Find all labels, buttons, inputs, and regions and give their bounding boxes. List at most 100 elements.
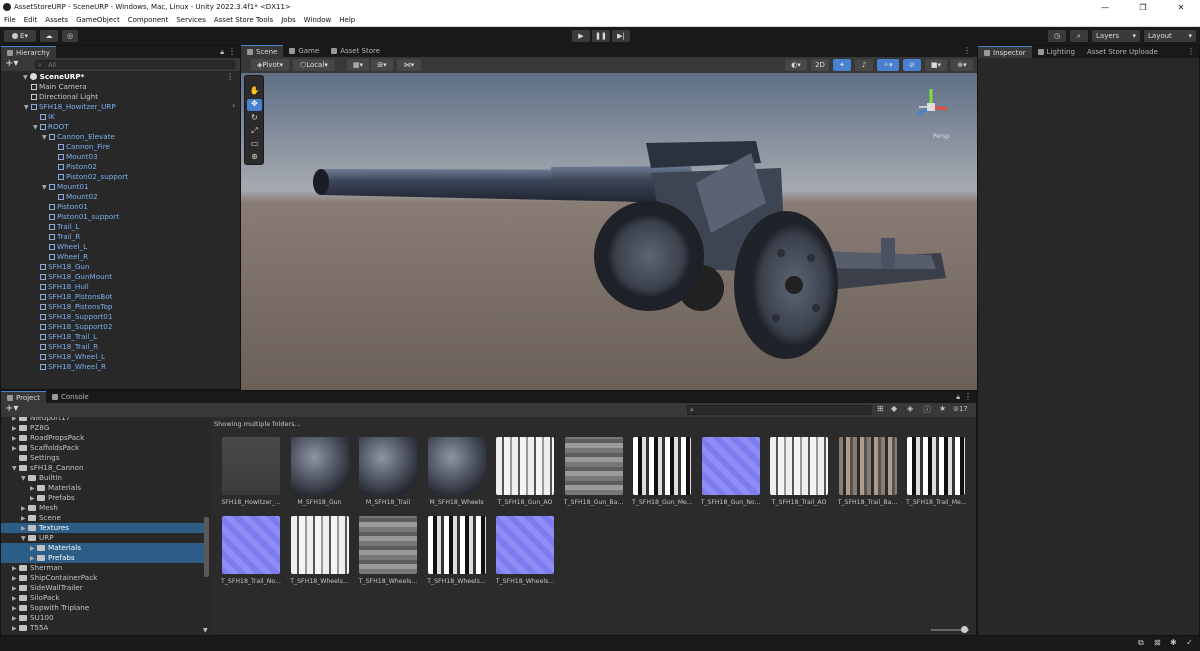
- expand-arrow-icon[interactable]: ▼: [33, 123, 40, 133]
- menu-jobs[interactable]: Jobs: [277, 16, 299, 24]
- menu-edit[interactable]: Edit: [20, 16, 42, 24]
- asset-item[interactable]: T_SFH18_Gun_AO: [495, 437, 555, 517]
- lock-icon[interactable]: 🔒︎: [220, 48, 224, 57]
- asset-item[interactable]: T_SFH18_Gun_Ba...: [564, 437, 624, 517]
- audio-toggle[interactable]: ♪: [855, 59, 873, 71]
- layout-dropdown[interactable]: Layout ▾: [1144, 30, 1196, 42]
- menu-help[interactable]: Help: [335, 16, 359, 24]
- hierarchy-search-input[interactable]: ⌕ All: [35, 60, 235, 69]
- search-by-type-icon[interactable]: ⊞: [877, 404, 884, 413]
- folder-item[interactable]: ▶ Mesh: [1, 503, 206, 513]
- tab-scene[interactable]: Scene: [241, 45, 284, 57]
- expand-arrow-icon[interactable]: ▼: [42, 133, 49, 143]
- folder-item[interactable]: ▼ BuiltIn: [1, 473, 206, 483]
- folder-item[interactable]: ▶ Prefabs: [1, 493, 206, 503]
- folder-item[interactable]: ▶ Sopwith Triplane: [1, 603, 206, 613]
- folder-scrollbar[interactable]: [204, 517, 209, 577]
- hierarchy-item[interactable]: Wheel_R: [42, 252, 88, 262]
- hierarchy-item[interactable]: Mount02: [51, 192, 98, 202]
- folder-item[interactable]: ▶ ScaffoldsPack: [1, 443, 206, 453]
- tab-project[interactable]: Project: [1, 391, 46, 403]
- asset-item[interactable]: T_SFH18_Wheels...: [427, 516, 487, 596]
- hierarchy-item[interactable]: ▼ ROOT: [33, 122, 69, 132]
- tab-lighting[interactable]: Lighting: [1032, 46, 1081, 58]
- undo-history-button[interactable]: ◷: [1048, 30, 1066, 42]
- hierarchy-item[interactable]: SFH18_Trail_L: [33, 332, 97, 342]
- thumbnail-size-slider[interactable]: [931, 626, 969, 633]
- folder-item[interactable]: ▶ PZ8G: [1, 423, 206, 433]
- draw-mode-button[interactable]: ◐▾: [785, 59, 807, 71]
- more-menu-icon[interactable]: ⋮: [963, 46, 971, 55]
- more-menu-icon[interactable]: ⋮: [228, 47, 236, 56]
- pause-button[interactable]: ❚❚: [592, 30, 610, 42]
- folder-item[interactable]: ▶ T55A: [1, 623, 206, 633]
- search-button[interactable]: ⌕: [1070, 30, 1088, 42]
- menu-asset-store-tools[interactable]: Asset Store Tools: [210, 16, 277, 24]
- check-icon[interactable]: ✓: [1186, 638, 1193, 647]
- hierarchy-item[interactable]: SFH18_Support02: [33, 322, 112, 332]
- chevron-right-icon[interactable]: ›: [232, 101, 235, 110]
- asset-item[interactable]: T_SFH18_Trail_Ba...: [838, 437, 898, 517]
- collab-button[interactable]: ◎: [62, 30, 78, 42]
- maximize-button[interactable]: ❐: [1124, 3, 1162, 12]
- transform-tool-button[interactable]: ⊛: [247, 152, 262, 164]
- minimize-button[interactable]: —: [1086, 3, 1124, 12]
- folder-item[interactable]: ▶ Sherman: [1, 563, 206, 573]
- effects-toggle[interactable]: ✧▾: [877, 59, 899, 71]
- hierarchy-item[interactable]: Mount03: [51, 152, 98, 162]
- local-dropdown[interactable]: ⬡ Local ▾: [293, 59, 335, 71]
- menu-component[interactable]: Component: [124, 16, 173, 24]
- menu-window[interactable]: Window: [300, 16, 336, 24]
- create-asset-button[interactable]: +▾: [5, 403, 18, 414]
- pivot-dropdown[interactable]: ◈ Pivot ▾: [251, 59, 289, 71]
- grid-snap-button[interactable]: ▦▾: [347, 59, 369, 71]
- asset-item[interactable]: T_SFH18_Trail_No...: [221, 516, 281, 596]
- hidden-packages-counter[interactable]: ⊘17: [953, 405, 968, 413]
- cloud-button[interactable]: ☁: [40, 30, 58, 42]
- play-button[interactable]: ▶: [572, 30, 590, 42]
- tab-console[interactable]: Console: [46, 391, 95, 403]
- tab-game[interactable]: Game: [283, 45, 325, 57]
- hierarchy-item[interactable]: SFH18_GunMount: [33, 272, 112, 282]
- asset-item[interactable]: M_SFH18_Gun: [290, 437, 350, 517]
- hierarchy-item[interactable]: IK: [33, 112, 55, 122]
- folder-item[interactable]: ▶ Materials: [1, 543, 206, 553]
- expand-arrow-icon[interactable]: ▼: [24, 103, 31, 113]
- hierarchy-item[interactable]: SFH18_PistonsTop: [33, 302, 112, 312]
- collapse-arrow-icon[interactable]: ▶: [12, 624, 19, 634]
- hierarchy-item[interactable]: SFH18_PistonsBot: [33, 292, 112, 302]
- hierarchy-item[interactable]: ▼ Cannon_Elevate: [42, 132, 115, 142]
- scene-root-row[interactable]: ▼ SceneURP*: [23, 72, 84, 82]
- hierarchy-item[interactable]: Cannon_Fire: [51, 142, 110, 152]
- rect-tool-button[interactable]: ▭: [247, 139, 262, 151]
- step-button[interactable]: ▶|: [612, 30, 630, 42]
- info-icon[interactable]: ⓘ: [923, 404, 931, 415]
- scene-visibility-toggle[interactable]: ⊘: [903, 59, 921, 71]
- 2d-toggle[interactable]: 2D: [811, 59, 829, 71]
- hierarchy-item[interactable]: Directional Light: [24, 92, 98, 102]
- gizmos-button[interactable]: ⊕▾: [951, 59, 973, 71]
- expand-arrow-icon[interactable]: ▼: [42, 183, 49, 193]
- hierarchy-item[interactable]: SFH18_Wheel_L: [33, 352, 105, 362]
- tag-icon[interactable]: ◈: [907, 404, 913, 413]
- orientation-gizmo[interactable]: [909, 85, 953, 129]
- hierarchy-item[interactable]: Piston01_support: [42, 212, 119, 222]
- folder-item[interactable]: ▶ Materials: [1, 483, 206, 493]
- folder-item[interactable]: ▼ sFH18_Cannon: [1, 463, 206, 473]
- lock-icon[interactable]: 🔒︎: [956, 393, 960, 402]
- asset-item[interactable]: T_SFH18_Gun_No...: [701, 437, 761, 517]
- menu-services[interactable]: Services: [172, 16, 210, 24]
- asset-item[interactable]: T_SFH18_Wheels...: [290, 516, 350, 596]
- hierarchy-item[interactable]: Trail_L: [42, 222, 79, 232]
- hierarchy-item[interactable]: SFH18_Hull: [33, 282, 89, 292]
- scene-more-icon[interactable]: ⋮: [226, 72, 234, 81]
- menu-gameobject[interactable]: GameObject: [72, 16, 124, 24]
- asset-item[interactable]: T_SFH18_Wheels...: [495, 516, 555, 596]
- asset-item[interactable]: M_SFH18_Trail: [358, 437, 418, 517]
- more-menu-icon[interactable]: ⋮: [1187, 47, 1195, 56]
- folder-item[interactable]: ▶ RoadPropsPack: [1, 433, 206, 443]
- incremental-snap-button[interactable]: ⋈▾: [397, 59, 421, 71]
- hierarchy-item[interactable]: SFH18_Support01: [33, 312, 112, 322]
- hierarchy-item[interactable]: Piston01: [42, 202, 88, 212]
- search-by-label-icon[interactable]: ◆: [891, 404, 897, 413]
